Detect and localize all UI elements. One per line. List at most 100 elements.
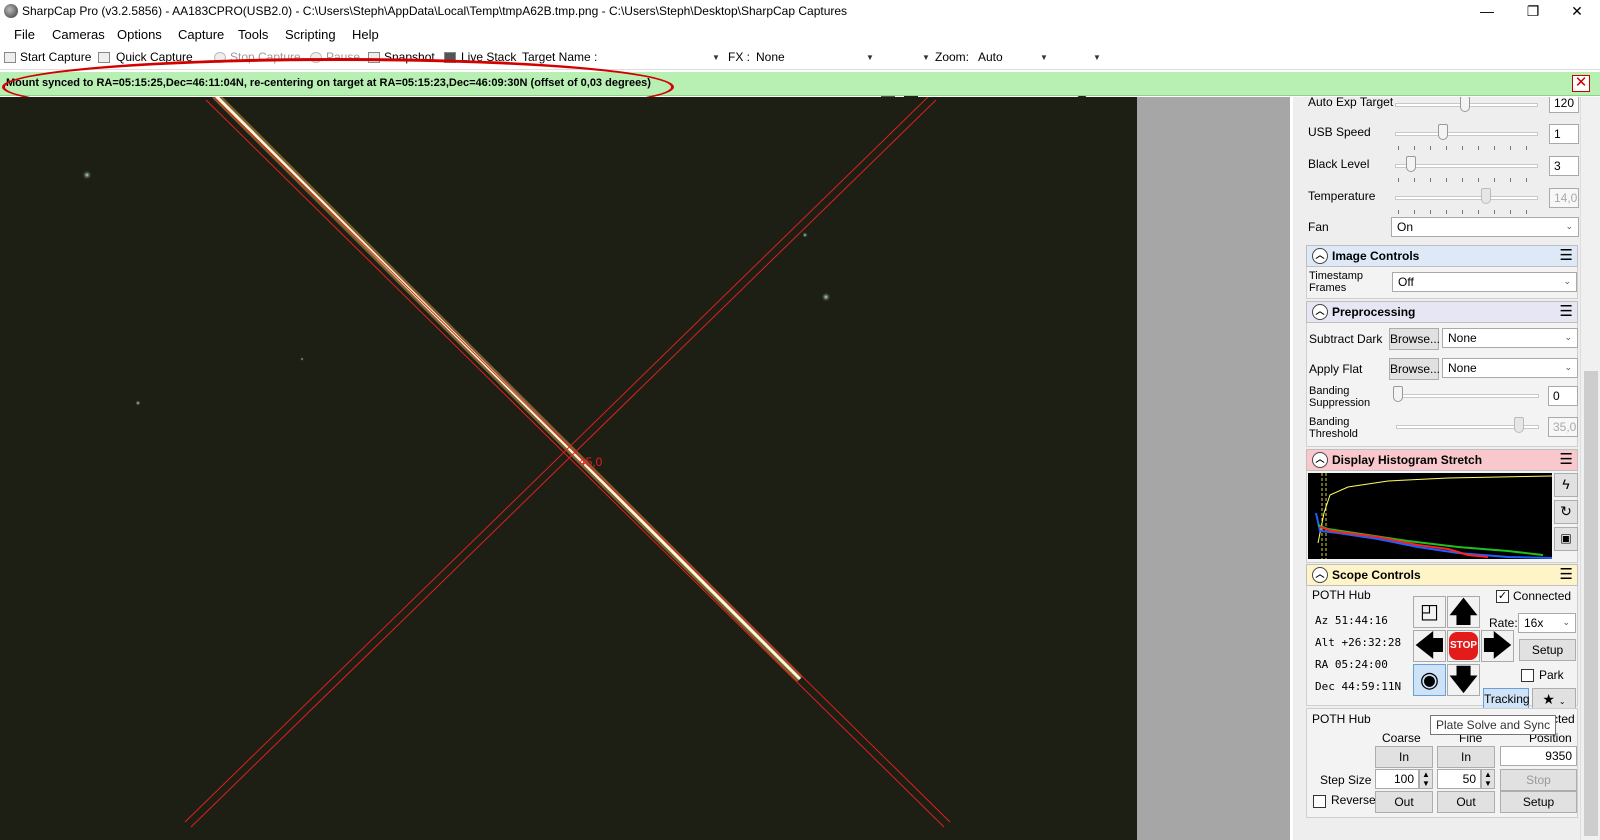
coarse-out-button[interactable]: Out (1375, 791, 1433, 813)
auto-stretch-lightning-icon[interactable]: ϟ (1554, 473, 1578, 497)
chevron-down-icon: ⌄ (1564, 362, 1572, 372)
fine-in-button[interactable]: In (1437, 746, 1495, 768)
histogram-body: ϟ ↻ ▣ (1306, 471, 1578, 563)
fan-select[interactable]: On ⌄ (1391, 217, 1579, 237)
collapse-icon[interactable]: ︿ (1312, 567, 1328, 583)
target-name-dropdown-icon[interactable]: ▼ (712, 53, 720, 62)
subtract-dark-select[interactable]: None ⌄ (1442, 328, 1578, 348)
reticle-angle-label: 45,0 (579, 455, 603, 469)
coarse-label: Coarse (1382, 731, 1421, 745)
star-goto-icon[interactable]: ★ ⌄ (1532, 688, 1576, 710)
black-level-slider-thumb[interactable] (1406, 156, 1416, 172)
camera-frame (82, 97, 951, 828)
stop-sign-icon: STOP (1449, 632, 1478, 660)
dec-readout: Dec 44:59:11N (1315, 680, 1402, 693)
reset-stretch-icon[interactable]: ↻ (1554, 500, 1578, 524)
fx-select[interactable]: None (756, 50, 874, 64)
focuser-setup-button[interactable]: Setup (1500, 791, 1577, 813)
fx-label: FX : (728, 50, 751, 64)
banding-suppression-input[interactable]: 0 (1548, 386, 1578, 406)
scope-controls-header[interactable]: ︿ Scope Controls ☰ (1306, 564, 1578, 586)
move-west-arrow-icon[interactable]: 🡄 (1413, 630, 1446, 662)
collapse-icon[interactable]: ︿ (1312, 248, 1328, 264)
connected-checkbox[interactable]: ✓ (1496, 590, 1509, 603)
reticle-dropdown-icon[interactable]: ▼ (922, 53, 930, 62)
move-south-arrow-icon[interactable]: 🡇 (1447, 664, 1480, 696)
minimize-button[interactable]: — (1464, 0, 1510, 24)
chevron-down-icon: ⌄ (1563, 276, 1571, 286)
menu-capture[interactable]: Capture (178, 27, 224, 42)
rate-select[interactable]: 16x ⌄ (1518, 613, 1576, 633)
banding-suppression-slider-thumb[interactable] (1393, 386, 1403, 402)
usb-speed-input[interactable]: 1 (1549, 124, 1579, 144)
slider-ticks (1398, 210, 1538, 214)
move-east-arrow-icon[interactable]: 🡆 (1481, 630, 1514, 662)
menu-bar: File Cameras Options Capture Tools Scrip… (0, 24, 1600, 46)
menu-cameras[interactable]: Cameras (52, 27, 105, 42)
move-north-arrow-icon[interactable]: 🡅 (1447, 596, 1480, 628)
collapse-icon[interactable]: ︿ (1312, 304, 1328, 320)
zoom-select[interactable]: Auto (978, 50, 1044, 64)
stop-slew-button[interactable]: STOP (1447, 630, 1480, 662)
fine-step-input[interactable]: 50 (1437, 769, 1481, 789)
subtract-dark-value: None (1448, 331, 1477, 345)
auto-exp-target-input[interactable]: 120 (1549, 97, 1579, 113)
scrollbar-thumb[interactable] (1584, 371, 1598, 836)
hamburger-menu-icon[interactable]: ☰ (1560, 567, 1573, 582)
banding-suppression-slider[interactable] (1396, 394, 1539, 398)
menu-help[interactable]: Help (352, 27, 379, 42)
step-size-label: Step Size (1320, 773, 1372, 787)
timestamp-frames-select[interactable]: Off ⌄ (1392, 272, 1577, 292)
target-name-input[interactable] (602, 49, 720, 65)
histogram-plot[interactable] (1308, 473, 1552, 559)
star (82, 170, 92, 180)
usb-speed-slider[interactable] (1395, 132, 1538, 136)
position-input[interactable]: 9350 (1500, 746, 1577, 766)
auto-exp-target-slider-thumb[interactable] (1460, 97, 1470, 112)
park-checkbox[interactable] (1521, 669, 1534, 682)
histogram-header[interactable]: ︿ Display Histogram Stretch ☰ (1306, 449, 1578, 471)
menu-scripting[interactable]: Scripting (285, 27, 336, 42)
apply-flat-select[interactable]: None ⌄ (1442, 358, 1578, 378)
image-viewport[interactable]: 45,0 (0, 97, 1137, 840)
menu-tools[interactable]: Tools (238, 27, 268, 42)
hamburger-menu-icon[interactable]: ☰ (1560, 248, 1573, 263)
collapse-icon[interactable]: ︿ (1312, 452, 1328, 468)
apply-flat-browse-button[interactable]: Browse... (1389, 358, 1440, 380)
fan-select-value: On (1397, 220, 1414, 234)
temperature-slider (1395, 196, 1538, 200)
reverse-checkbox[interactable] (1313, 795, 1326, 808)
fx-dropdown-icon[interactable]: ▼ (866, 53, 874, 62)
maximize-button[interactable]: ❐ (1510, 0, 1556, 24)
plate-solve-sync-icon[interactable]: ◉ (1413, 664, 1446, 696)
hamburger-menu-icon[interactable]: ☰ (1560, 304, 1573, 319)
preprocessing-header[interactable]: ︿ Preprocessing ☰ (1306, 301, 1578, 323)
fine-out-button[interactable]: Out (1437, 791, 1495, 813)
menu-file[interactable]: File (14, 27, 35, 42)
subtract-dark-browse-button[interactable]: Browse... (1389, 328, 1440, 350)
black-level-input[interactable]: 3 (1549, 156, 1579, 176)
save-stretch-icon[interactable]: ▣ (1554, 527, 1578, 551)
panel-scrollbar[interactable] (1580, 97, 1600, 840)
usb-speed-slider-thumb[interactable] (1438, 124, 1448, 140)
tracking-button[interactable]: Tracking (1483, 688, 1530, 710)
close-notification-icon[interactable]: ✕ (1572, 75, 1590, 92)
coarse-step-input[interactable]: 100 (1375, 769, 1419, 789)
coarse-in-button[interactable]: In (1375, 746, 1433, 768)
banding-threshold-input: 35,0 (1548, 417, 1578, 437)
mount-setup-button[interactable]: Setup (1519, 639, 1576, 661)
fine-step-spinner-icon[interactable]: ▲ ▼ (1481, 769, 1495, 789)
close-window-button[interactable]: ✕ (1554, 0, 1600, 24)
banding-suppression-label: Banding (1309, 385, 1350, 397)
focuser-stop-button[interactable]: Stop (1500, 769, 1577, 791)
magnifier-dropdown-icon[interactable]: ▼ (1093, 53, 1101, 62)
menu-options[interactable]: Options (117, 27, 162, 42)
black-level-slider[interactable] (1395, 164, 1538, 168)
spiral-search-icon[interactable]: ◰ (1413, 596, 1446, 628)
coarse-step-spinner-icon[interactable]: ▲ ▼ (1419, 769, 1433, 789)
auto-exp-target-label: Auto Exp Target (1308, 97, 1394, 109)
image-controls-header[interactable]: ︿ Image Controls ☰ (1306, 245, 1578, 267)
hamburger-menu-icon[interactable]: ☰ (1560, 452, 1573, 467)
start-capture-button[interactable]: Start Capture (20, 50, 91, 64)
zoom-dropdown-icon[interactable]: ▼ (1040, 53, 1048, 62)
